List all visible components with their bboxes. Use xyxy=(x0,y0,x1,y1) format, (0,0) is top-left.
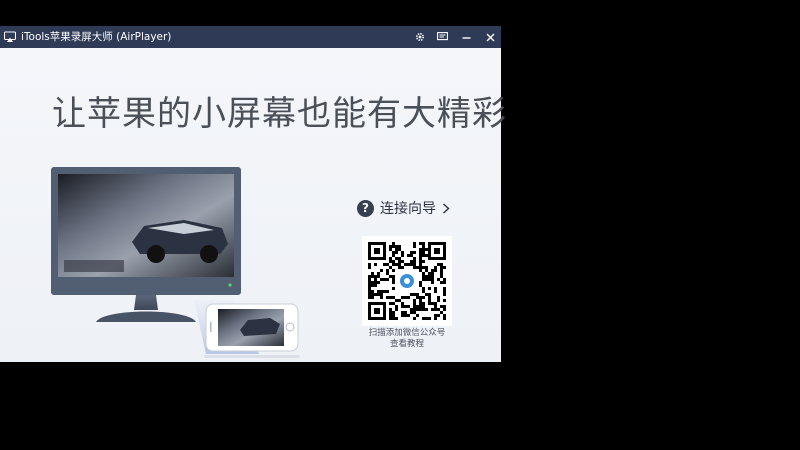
close-button[interactable] xyxy=(482,29,498,45)
monitor-stand xyxy=(134,295,158,310)
qr-caption-line1: 扫描添加微信公众号 xyxy=(368,328,446,338)
qr-caption: 扫描添加微信公众号 查看教程 xyxy=(356,328,458,350)
phone-speaker xyxy=(210,322,212,332)
feedback-icon xyxy=(436,32,448,41)
settings-button[interactable] xyxy=(412,29,428,45)
qr-caption-line2: 查看教程 xyxy=(389,339,424,349)
feedback-button[interactable] xyxy=(434,29,450,45)
gear-icon xyxy=(415,32,425,42)
main-content: 让苹果的小屏幕也能有大精彩 ? 连接向导 扫描添加微信公众号 查看教程 xyxy=(0,48,506,362)
close-icon xyxy=(486,33,494,41)
help-icon: ? xyxy=(357,199,374,217)
app-window: iTools苹果录屏大师 (AirPlayer) 让苹果的小屏幕也能有大精彩 ?… xyxy=(0,26,506,362)
power-led xyxy=(228,283,232,287)
monitor-base xyxy=(96,311,196,322)
minimize-icon xyxy=(462,36,470,39)
qr-code-image xyxy=(368,242,446,320)
monitor-phone-illustration xyxy=(51,167,300,358)
headline: 让苹果的小屏幕也能有大精彩 xyxy=(52,94,507,134)
wechat-qr-code xyxy=(362,236,452,326)
connection-guide-link[interactable]: ? 连接向导 xyxy=(357,198,450,218)
chevron-right-icon xyxy=(443,202,450,214)
airplay-icon xyxy=(4,31,16,42)
guide-label: 连接向导 xyxy=(380,201,436,217)
window-title: iTools苹果录屏大师 (AirPlayer) xyxy=(21,31,172,43)
title-bar[interactable]: iTools苹果录屏大师 (AirPlayer) xyxy=(0,26,501,48)
minimize-button[interactable] xyxy=(458,29,474,45)
